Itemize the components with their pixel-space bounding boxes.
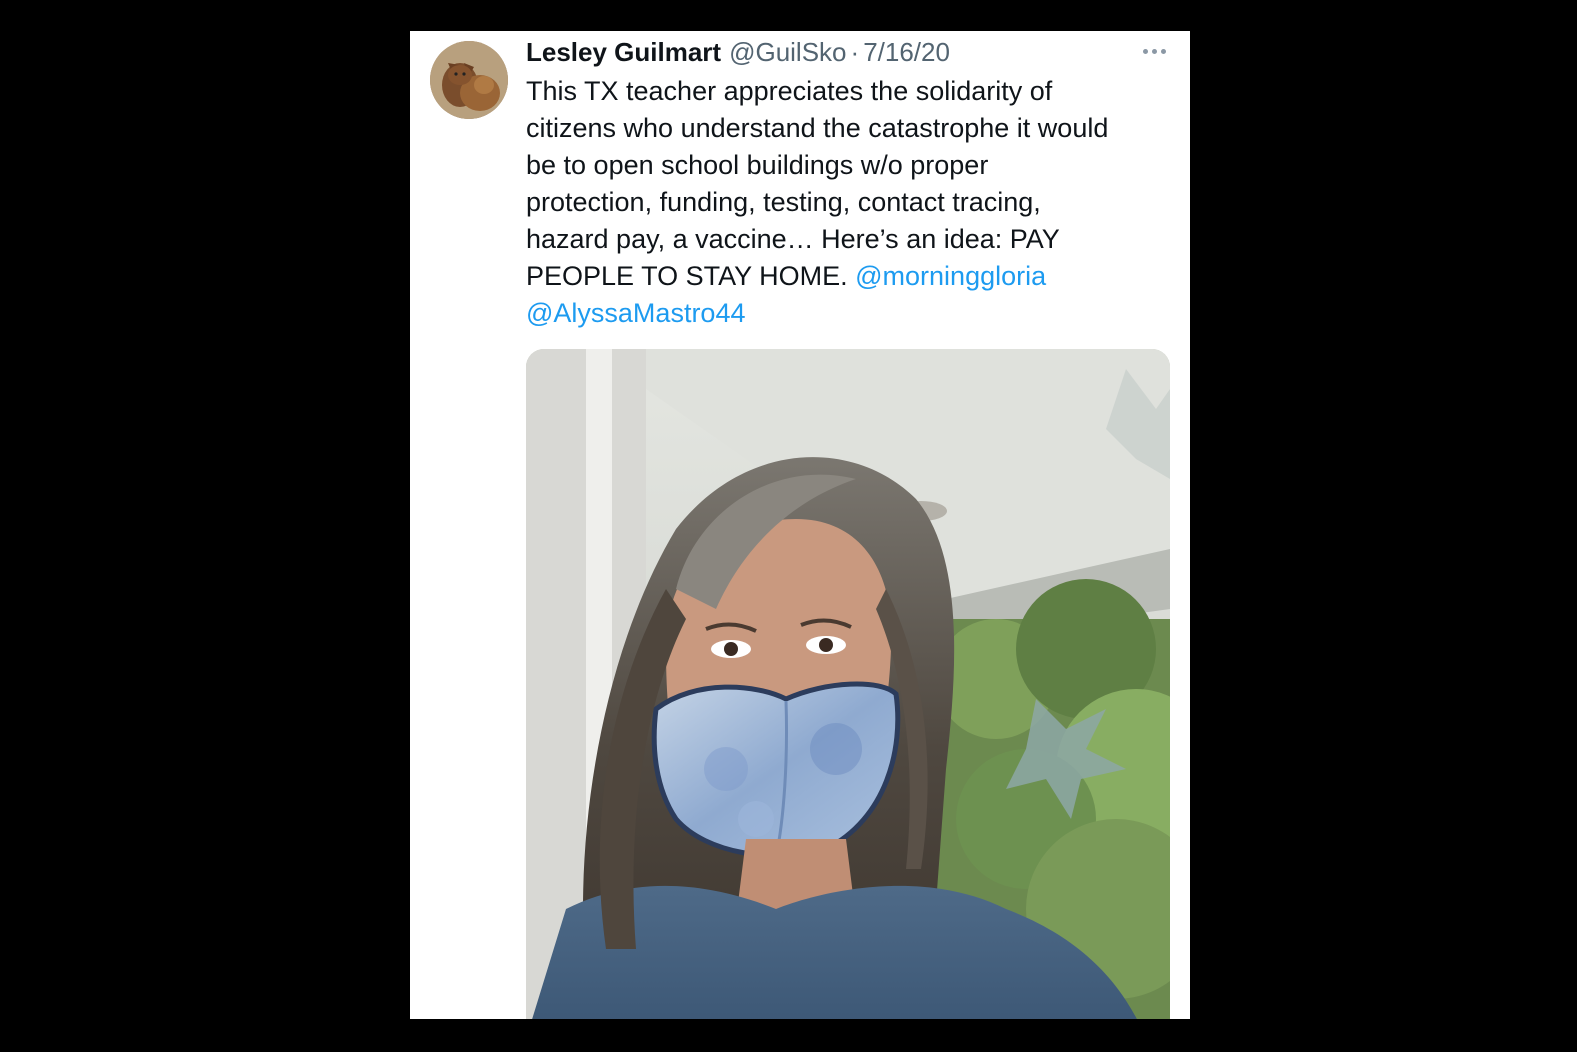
- author-handle[interactable]: @GuilSko: [729, 35, 846, 69]
- tweet-text-line: citizens who understand the catastrophe …: [526, 113, 1109, 143]
- mention-link[interactable]: @morninggloria: [855, 261, 1046, 291]
- mention-link[interactable]: @AlyssaMastro44: [526, 298, 745, 328]
- tweet-text-line: hazard pay, a vaccine… Here’s an idea: P…: [526, 224, 1060, 254]
- tweet-body: Lesley Guilmart @GuilSko · 7/16/20 This …: [526, 35, 1176, 332]
- tweet-text-line: PEOPLE TO STAY HOME.: [526, 261, 848, 291]
- screen: Lesley Guilmart @GuilSko · 7/16/20 This …: [0, 0, 1577, 1052]
- tweet-photo[interactable]: [526, 349, 1170, 1019]
- author-name[interactable]: Lesley Guilmart: [526, 35, 721, 69]
- tweet-header: Lesley Guilmart @GuilSko · 7/16/20: [526, 35, 1176, 69]
- tweet-text-line: protection, funding, testing, contact tr…: [526, 187, 1041, 217]
- cat-avatar-image: [430, 41, 508, 119]
- tweet-text: This TX teacher appreciates the solidari…: [526, 73, 1176, 332]
- header-separator: ·: [850, 37, 860, 67]
- tweet-date[interactable]: 7/16/20: [863, 35, 950, 69]
- more-horizontal-icon: [1151, 48, 1157, 54]
- more-options-button[interactable]: [1136, 39, 1172, 63]
- more-horizontal-icon: [1142, 48, 1148, 54]
- masked-selfie-image: [526, 349, 1170, 1019]
- tweet-text-line: be to open school buildings w/o proper: [526, 150, 989, 180]
- author-avatar[interactable]: [430, 41, 508, 119]
- tweet-text-line: This TX teacher appreciates the solidari…: [526, 76, 1053, 106]
- more-horizontal-icon: [1160, 48, 1166, 54]
- tweet-card[interactable]: Lesley Guilmart @GuilSko · 7/16/20 This …: [410, 31, 1190, 1019]
